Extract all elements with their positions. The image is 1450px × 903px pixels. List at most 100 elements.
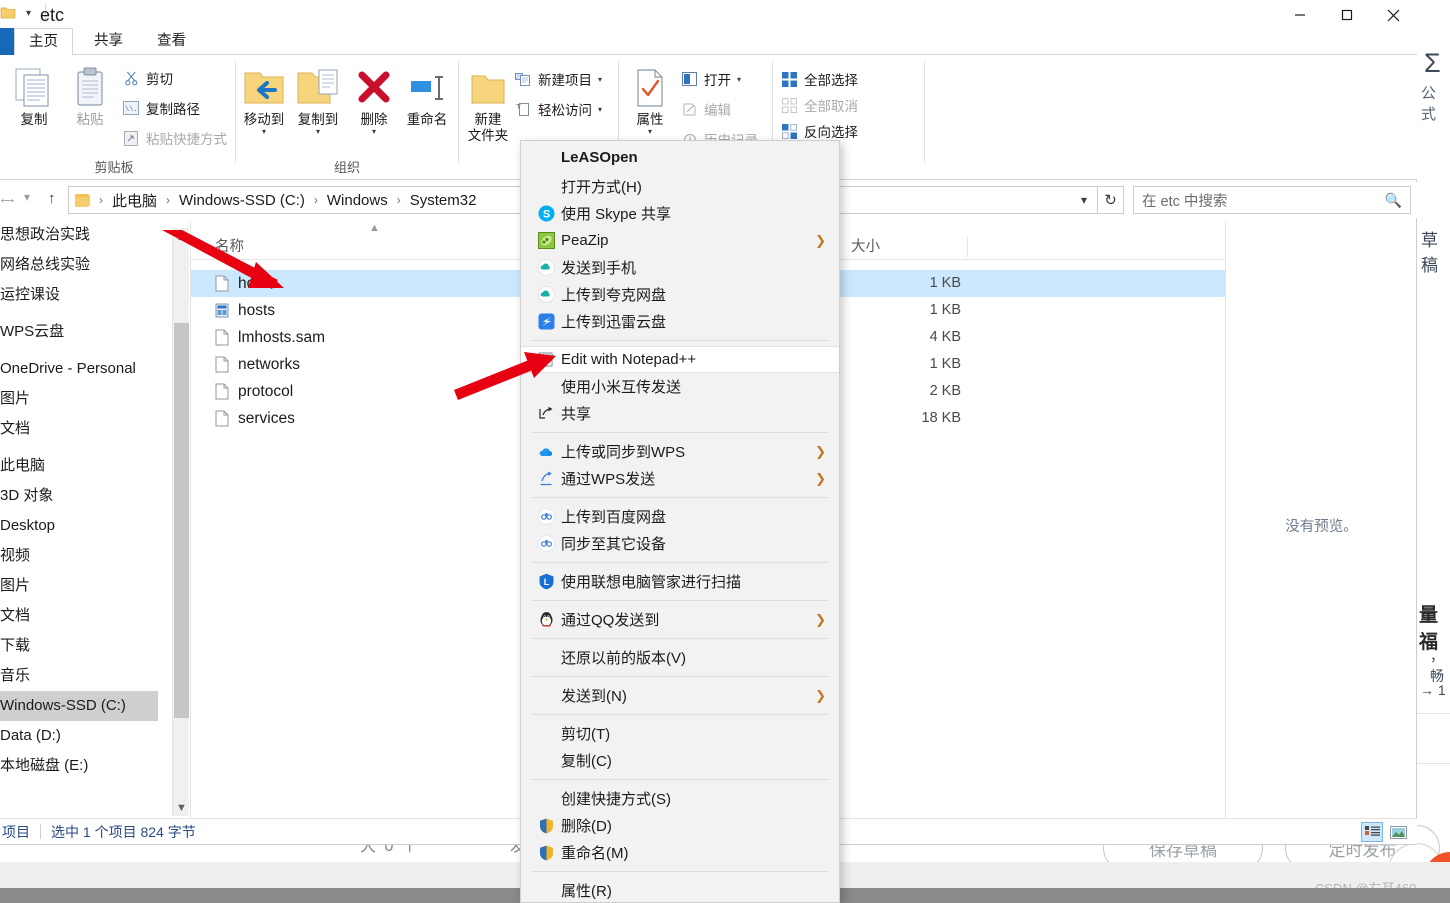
- nav-item-pictures-od[interactable]: 图片: [0, 384, 158, 414]
- column-divider[interactable]: [967, 237, 968, 257]
- menu-item-leasopen[interactable]: LeASOpen: [521, 141, 839, 173]
- minimize-button[interactable]: [1276, 0, 1323, 30]
- view-mode-buttons[interactable]: [1361, 822, 1409, 842]
- menu-item-send-to[interactable]: 发送到(N) ❯: [521, 682, 839, 709]
- menu-item-cut[interactable]: 剪切(T): [521, 720, 839, 747]
- recent-locations-icon[interactable]: ▾: [24, 190, 30, 204]
- folder-icon[interactable]: [0, 5, 16, 21]
- nav-item-3d-objects[interactable]: 3D 对象: [0, 481, 158, 511]
- ribbon-edit-button[interactable]: 编辑: [680, 99, 731, 119]
- breadcrumb-item-0[interactable]: 此电脑: [110, 190, 159, 211]
- chevron-down-icon[interactable]: ▾: [598, 75, 602, 84]
- menu-item-xiaomi-send[interactable]: 使用小米互传发送: [521, 373, 839, 400]
- menu-item-wps-upload[interactable]: 上传或同步到WPS ❯: [521, 438, 839, 465]
- ribbon-select-all-button[interactable]: 全部选择: [780, 69, 858, 89]
- menu-item-rename[interactable]: 重命名(M): [521, 839, 839, 866]
- forward-arrow-icon[interactable]: →: [2, 190, 17, 207]
- breadcrumb-item-2[interactable]: Windows: [325, 192, 390, 209]
- context-menu[interactable]: LeASOpen 打开方式(H) S 使用 Skype 共享 PeaZip ❯ …: [520, 140, 840, 903]
- ribbon-new-folder-button[interactable]: 新建 文件夹: [460, 63, 516, 144]
- nav-item-wps[interactable]: WPS云盘: [0, 317, 158, 347]
- nav-item-onedrive[interactable]: OneDrive - Personal: [0, 354, 158, 384]
- chevron-down-icon[interactable]: ▾: [346, 128, 402, 136]
- ribbon-move-to-button[interactable]: 移动到 ▾: [236, 63, 292, 136]
- search-input[interactable]: 在 etc 中搜索: [1142, 190, 1227, 211]
- ribbon-open-button[interactable]: 打开 ▾: [680, 69, 741, 89]
- ribbon-copy-to-button[interactable]: 复制到 ▾: [290, 63, 346, 136]
- menu-item-create-shortcut[interactable]: 创建快捷方式(S): [521, 785, 839, 812]
- ribbon-invert-selection-button[interactable]: 反向选择: [780, 121, 858, 141]
- nav-item-music[interactable]: 音乐: [0, 661, 158, 691]
- ribbon-properties-button[interactable]: 属性 ▾: [622, 63, 678, 136]
- details-view-icon[interactable]: [1361, 822, 1383, 842]
- menu-item-send-to-phone[interactable]: 发送到手机: [521, 254, 839, 281]
- nav-item-windows-ssd[interactable]: Windows-SSD (C:): [0, 691, 158, 721]
- file-name-cell[interactable]: services: [215, 405, 295, 432]
- menu-item-lenovo-scan[interactable]: L 使用联想电脑管家进行扫描: [521, 568, 839, 595]
- menu-item-peazip[interactable]: PeaZip ❯: [521, 227, 839, 254]
- menu-item-thunder-upload[interactable]: 上传到迅雷云盘: [521, 308, 839, 335]
- menu-item-wps-send[interactable]: 通过WPS发送 ❯: [521, 465, 839, 492]
- menu-item-quark-upload[interactable]: 上传到夸克网盘: [521, 281, 839, 308]
- breadcrumb-item-3[interactable]: System32: [408, 192, 479, 209]
- nav-item-2[interactable]: 运控课设: [0, 280, 158, 310]
- nav-item-downloads[interactable]: 下载: [0, 631, 158, 661]
- scroll-up-arrow-icon[interactable]: ▲: [173, 228, 190, 245]
- menu-item-share[interactable]: 共享: [521, 400, 839, 427]
- navigation-scrollbar[interactable]: ▲ ▼: [172, 228, 189, 816]
- nav-item-this-pc[interactable]: 此电脑: [0, 451, 158, 481]
- refresh-button[interactable]: ↻: [1098, 186, 1124, 214]
- file-name-cell[interactable]: lmhosts.sam: [215, 324, 325, 351]
- tab-view[interactable]: 查看: [143, 28, 200, 55]
- up-arrow-icon[interactable]: ↑: [48, 190, 56, 207]
- nav-item-local-disk-e[interactable]: 本地磁盘 (E:): [0, 751, 158, 781]
- nav-item-data-d[interactable]: Data (D:): [0, 721, 158, 751]
- file-name-cell[interactable]: hosts: [215, 297, 275, 324]
- chevron-down-icon[interactable]: ▾: [598, 105, 602, 114]
- tab-home[interactable]: 主页: [14, 28, 73, 56]
- nav-item-documents-od[interactable]: 文档: [0, 414, 158, 444]
- chevron-down-icon[interactable]: ▾: [737, 75, 741, 84]
- ribbon-new-item-button[interactable]: 新建项目 ▾: [514, 69, 602, 89]
- search-icon[interactable]: 🔍: [1385, 192, 1402, 209]
- close-button[interactable]: [1370, 0, 1417, 30]
- dropdown-caret-icon[interactable]: ▾: [22, 8, 35, 19]
- breadcrumb-item-1[interactable]: Windows-SSD (C:): [177, 192, 307, 209]
- menu-item-skype-share[interactable]: S 使用 Skype 共享: [521, 200, 839, 227]
- ribbon-easy-access-button[interactable]: 轻松访问 ▾: [514, 99, 602, 119]
- ribbon-copy-path-button[interactable]: \\.. 复制路径: [122, 98, 200, 118]
- maximize-button[interactable]: [1323, 0, 1370, 30]
- nav-item-pictures[interactable]: 图片: [0, 571, 158, 601]
- ribbon-rename-button[interactable]: 重命名: [399, 63, 455, 128]
- chevron-down-icon[interactable]: ▾: [290, 128, 346, 136]
- nav-item-1[interactable]: 网络总线实验: [0, 250, 158, 280]
- menu-item-copy[interactable]: 复制(C): [521, 747, 839, 774]
- chevron-down-icon[interactable]: ▾: [1071, 193, 1097, 207]
- ribbon-cut-button[interactable]: 剪切: [122, 68, 173, 88]
- menu-item-restore-previous[interactable]: 还原以前的版本(V): [521, 644, 839, 671]
- ribbon-copy-button[interactable]: 复制: [6, 63, 62, 128]
- file-menu-tab[interactable]: [0, 28, 14, 55]
- menu-item-delete[interactable]: 删除(D): [521, 812, 839, 839]
- scrollbar-thumb[interactable]: [174, 323, 189, 718]
- menu-item-sync-devices[interactable]: 同步至其它设备: [521, 530, 839, 557]
- ribbon-paste-button[interactable]: 粘贴: [62, 63, 118, 128]
- menu-item-baidu-upload[interactable]: 上传到百度网盘: [521, 503, 839, 530]
- file-name-cell[interactable]: hosts: [215, 270, 275, 297]
- scroll-down-arrow-icon[interactable]: ▼: [173, 799, 190, 816]
- ribbon-delete-button[interactable]: 删除 ▾: [346, 63, 402, 136]
- ribbon-paste-shortcut-button[interactable]: 粘贴快捷方式: [122, 128, 227, 148]
- menu-item-notepadpp[interactable]: Edit with Notepad++: [521, 346, 839, 373]
- file-name-cell[interactable]: networks: [215, 351, 300, 378]
- window-controls[interactable]: [1276, 0, 1417, 30]
- column-header-name[interactable]: 名称: [215, 234, 244, 260]
- nav-item-0[interactable]: 思想政治实践: [0, 220, 158, 250]
- ribbon-deselect-all-button[interactable]: 全部取消: [780, 95, 858, 115]
- menu-item-qq-send[interactable]: 通过QQ发送到 ❯: [521, 606, 839, 633]
- nav-item-desktop[interactable]: Desktop: [0, 511, 158, 541]
- file-name-cell[interactable]: protocol: [215, 378, 293, 405]
- chevron-down-icon[interactable]: ▾: [236, 128, 292, 136]
- search-box[interactable]: 在 etc 中搜索 🔍: [1133, 186, 1411, 214]
- chevron-down-icon[interactable]: ▾: [622, 128, 678, 136]
- column-header-size[interactable]: 大小: [851, 234, 880, 260]
